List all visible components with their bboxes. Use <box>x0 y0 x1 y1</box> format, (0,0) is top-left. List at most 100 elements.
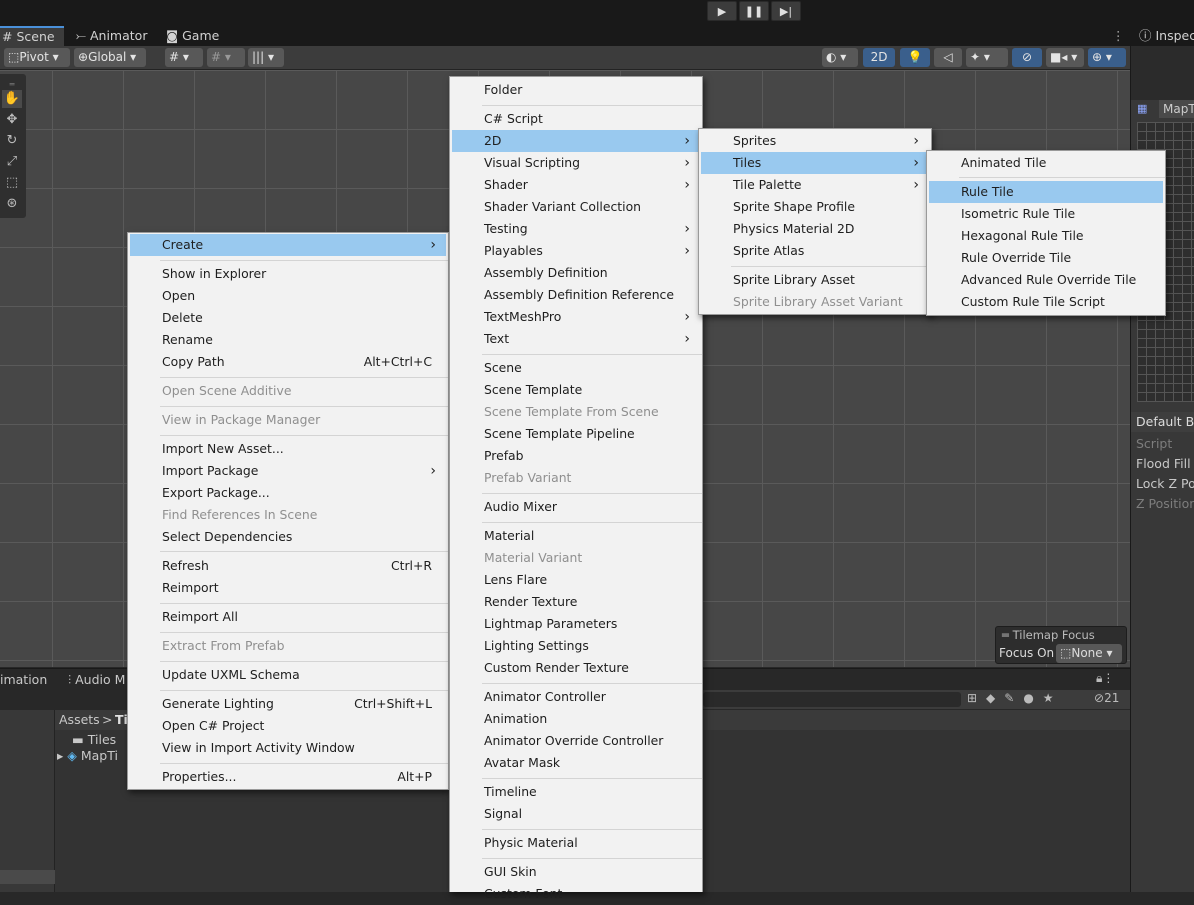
scale-tool-icon[interactable]: ⤢ <box>2 153 22 171</box>
menu-item-timeline[interactable]: Timeline <box>452 781 700 803</box>
menu-item-lighting-settings[interactable]: Lighting Settings <box>452 635 700 657</box>
menu-item-scene-template-pipeline[interactable]: Scene Template Pipeline <box>452 423 700 445</box>
menu-item-select-dependencies[interactable]: Select Dependencies <box>130 526 446 548</box>
menu-item-reimport-all[interactable]: Reimport All <box>130 606 446 628</box>
menu-item-delete[interactable]: Delete <box>130 307 446 329</box>
menu-item-tiles[interactable]: Tiles › <box>701 152 929 174</box>
menu-item-shader[interactable]: Shader › <box>452 174 700 196</box>
menu-item-isometric-rule-tile[interactable]: Isometric Rule Tile <box>929 203 1163 225</box>
tab-animator[interactable]: ⤚ Animator <box>76 26 147 46</box>
menu-item-playables[interactable]: Playables › <box>452 240 700 262</box>
gizmos-button[interactable]: ⊕ ▾ <box>1088 48 1126 67</box>
menu-item-properties[interactable]: Properties... Alt+P <box>130 766 446 788</box>
menu-item-text[interactable]: Text › <box>452 328 700 350</box>
menu-item-visual-scripting[interactable]: Visual Scripting › <box>452 152 700 174</box>
menu-item-assembly-definition-reference[interactable]: Assembly Definition Reference <box>452 284 700 306</box>
tab-game[interactable]: ◙ Game <box>166 26 219 46</box>
menu-item-refresh[interactable]: Refresh Ctrl+R <box>130 555 446 577</box>
menu-item-custom-font[interactable]: Custom Font <box>452 883 700 905</box>
menu-item-custom-rule-tile-script[interactable]: Custom Rule Tile Script <box>929 291 1163 313</box>
menu-item-advanced-rule-override-tile[interactable]: Advanced Rule Override Tile <box>929 269 1163 291</box>
menu-item-signal[interactable]: Signal <box>452 803 700 825</box>
menu-item-render-texture[interactable]: Render Texture <box>452 591 700 613</box>
project-folders-pane[interactable] <box>0 710 55 892</box>
breadcrumb-assets[interactable]: Assets <box>59 712 100 727</box>
menu-item-avatar-mask[interactable]: Avatar Mask <box>452 752 700 774</box>
menu-item-animation[interactable]: Animation <box>452 708 700 730</box>
menu-item-material[interactable]: Material <box>452 525 700 547</box>
focus-dropdown[interactable]: ⬚None ▾ <box>1056 644 1122 663</box>
menu-item-rule-override-tile[interactable]: Rule Override Tile <box>929 247 1163 269</box>
menu-item-testing[interactable]: Testing › <box>452 218 700 240</box>
menu-item-lens-flare[interactable]: Lens Flare <box>452 569 700 591</box>
menu-item-physic-material[interactable]: Physic Material <box>452 832 700 854</box>
object-name-field[interactable]: MapT <box>1159 100 1194 118</box>
menu-item-view-in-import-activity-window[interactable]: View in Import Activity Window <box>130 737 446 759</box>
rotate-tool-icon[interactable]: ↻ <box>2 132 22 150</box>
step-button[interactable]: ▶| <box>771 1 801 21</box>
draw-mode-button[interactable]: ◐ ▾ <box>822 48 858 67</box>
pivot-toggle[interactable]: ⬚Pivot ▾ <box>4 48 70 67</box>
menu-item-physics-material-2d[interactable]: Physics Material 2D <box>701 218 929 240</box>
menu-item-audio-mixer[interactable]: Audio Mixer <box>452 496 700 518</box>
menu-item-animator-controller[interactable]: Animator Controller <box>452 686 700 708</box>
menu-item-tile-palette[interactable]: Tile Palette › <box>701 174 929 196</box>
increment-snap-button[interactable]: # ▾ <box>207 48 245 67</box>
menu-item-update-uxml-schema[interactable]: Update UXML Schema <box>130 664 446 686</box>
menu-item-open-c-project[interactable]: Open C# Project <box>130 715 446 737</box>
search-input[interactable] <box>703 692 961 707</box>
menu-item-sprite-shape-profile[interactable]: Sprite Shape Profile <box>701 196 929 218</box>
project-filter-icons[interactable]: ⊞◆✎●★ <box>967 691 1063 705</box>
menu-item-scene-template[interactable]: Scene Template <box>452 379 700 401</box>
effects-button[interactable]: ✦ ▾ <box>966 48 1008 67</box>
menu-item-reimport[interactable]: Reimport <box>130 577 446 599</box>
menu-item-sprite-atlas[interactable]: Sprite Atlas <box>701 240 929 262</box>
menu-item-show-in-explorer[interactable]: Show in Explorer <box>130 263 446 285</box>
move-tool-icon[interactable]: ✥ <box>2 111 22 129</box>
transform-tool-icon[interactable]: ⊛ <box>2 195 22 213</box>
menu-item-folder[interactable]: Folder <box>452 79 700 101</box>
menu-item-open[interactable]: Open <box>130 285 446 307</box>
hand-tool-icon[interactable]: ✋ <box>2 90 22 108</box>
menu-item-assembly-definition[interactable]: Assembly Definition <box>452 262 700 284</box>
lock-icon[interactable]: 🔒︎⋮ <box>1096 671 1114 686</box>
menu-item-sprites[interactable]: Sprites › <box>701 130 929 152</box>
mode-2d-toggle[interactable]: 2D <box>863 48 895 67</box>
tab-scene[interactable]: # Scene <box>0 26 64 46</box>
menu-item-c-script[interactable]: C# Script <box>452 108 700 130</box>
menu-item-prefab[interactable]: Prefab <box>452 445 700 467</box>
menu-item-2d[interactable]: 2D › <box>452 130 700 152</box>
menu-item-gui-skin[interactable]: GUI Skin <box>452 861 700 883</box>
menu-item-rule-tile[interactable]: Rule Tile <box>929 181 1163 203</box>
menu-item-create[interactable]: Create › <box>130 234 446 256</box>
menu-item-lightmap-parameters[interactable]: Lightmap Parameters <box>452 613 700 635</box>
camera-button[interactable]: ■◂ ▾ <box>1046 48 1084 67</box>
global-toggle[interactable]: ⊕Global ▾ <box>74 48 146 67</box>
grid-snap-button[interactable]: # ▾ <box>165 48 203 67</box>
menu-item-animator-override-controller[interactable]: Animator Override Controller <box>452 730 700 752</box>
tab-inspector[interactable]: ⓘ Inspect <box>1131 26 1194 46</box>
asset-maptile[interactable]: ▸ ◈ MapTi <box>57 748 118 763</box>
kebab-menu-icon[interactable]: ⋮ <box>1112 26 1125 46</box>
menu-item-generate-lighting[interactable]: Generate Lighting Ctrl+Shift+L <box>130 693 446 715</box>
menu-item-custom-render-texture[interactable]: Custom Render Texture <box>452 657 700 679</box>
lighting-toggle[interactable]: 💡 <box>900 48 930 67</box>
audio-toggle[interactable]: ◁ <box>934 48 962 67</box>
tab-animation[interactable]: imation <box>0 672 47 687</box>
hidden-count[interactable]: ⊘21 <box>1094 691 1119 705</box>
tab-audio-mixer[interactable]: ⫶ Audio M <box>68 672 125 688</box>
rect-tool-icon[interactable]: ⬚ <box>2 174 22 192</box>
folder-tiles[interactable]: ▬ Tiles <box>72 732 116 747</box>
menu-item-scene[interactable]: Scene <box>452 357 700 379</box>
menu-item-export-package[interactable]: Export Package... <box>130 482 446 504</box>
pause-button[interactable]: ❚❚ <box>739 1 769 21</box>
menu-item-hexagonal-rule-tile[interactable]: Hexagonal Rule Tile <box>929 225 1163 247</box>
menu-item-animated-tile[interactable]: Animated Tile <box>929 152 1163 174</box>
menu-item-copy-path[interactable]: Copy Path Alt+Ctrl+C <box>130 351 446 373</box>
menu-item-rename[interactable]: Rename <box>130 329 446 351</box>
menu-item-sprite-library-asset[interactable]: Sprite Library Asset <box>701 269 929 291</box>
menu-item-textmeshpro[interactable]: TextMeshPro › <box>452 306 700 328</box>
folder-scrollbar[interactable] <box>0 870 55 884</box>
align-button[interactable]: ||| ▾ <box>248 48 284 67</box>
visibility-toggle[interactable]: ⊘ <box>1012 48 1042 67</box>
